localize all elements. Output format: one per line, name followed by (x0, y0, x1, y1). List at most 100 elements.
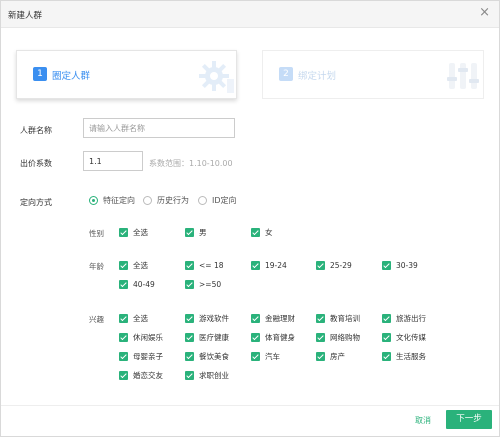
cancel-button[interactable]: 取消 (405, 412, 441, 429)
checkbox-age-over-50[interactable]: >=50 (185, 278, 221, 290)
check-icon (185, 351, 194, 361)
checkbox-gender-all[interactable]: 全选 (119, 226, 148, 238)
checkbox-label: 男 (199, 227, 207, 237)
checkbox-label: 全选 (133, 313, 148, 323)
checkbox-interest-fitness[interactable]: 体育健身 (251, 331, 295, 343)
checkbox-interest-media[interactable]: 文化传媒 (382, 331, 426, 343)
check-icon (119, 260, 128, 270)
check-icon (185, 279, 194, 289)
checkbox-label: 25-29 (330, 260, 352, 270)
bid-coefficient-label: 出价系数 (20, 159, 52, 168)
checkbox-label: 教育培训 (330, 313, 360, 323)
checkbox-age-under-18[interactable]: <= 18 (185, 259, 224, 271)
check-icon (316, 260, 325, 270)
checkbox-label: 母婴亲子 (133, 351, 163, 361)
radio-circle (143, 195, 152, 205)
checkbox-interest-education[interactable]: 教育培训 (316, 312, 360, 324)
next-step-button[interactable]: 下一步 (446, 410, 492, 429)
step-define-audience[interactable]: 1 圈定人群 (16, 50, 237, 99)
checkbox-label: 求职创业 (199, 370, 229, 380)
sliders-icon (447, 63, 479, 89)
checkbox-label: 生活服务 (396, 351, 426, 361)
checkbox-interest-health[interactable]: 医疗健康 (185, 331, 229, 343)
check-icon (382, 332, 391, 342)
checkbox-label: 全选 (133, 260, 148, 270)
checkbox-age-40-49[interactable]: 40-49 (119, 278, 155, 290)
check-icon (185, 260, 194, 270)
checkbox-gender-female[interactable]: 女 (251, 226, 273, 238)
checkbox-label: 餐饮美食 (199, 351, 229, 361)
checkbox-interest-jobs[interactable]: 求职创业 (185, 369, 229, 381)
check-icon (251, 332, 260, 342)
step-number-1: 1 (33, 67, 47, 81)
radio-id-targeting[interactable]: ID定向 (198, 194, 237, 206)
checkbox-interest-food[interactable]: 餐饮美食 (185, 350, 229, 362)
checkbox-label: 30-39 (396, 260, 418, 270)
radio-label: ID定向 (212, 195, 237, 205)
checkbox-label: 房产 (330, 351, 345, 361)
step-label-1: 圈定人群 (52, 71, 91, 82)
check-icon (119, 279, 128, 289)
checkbox-interest-realestate[interactable]: 房产 (316, 350, 345, 362)
checkbox-interest-all[interactable]: 全选 (119, 312, 148, 324)
step-bind-plan[interactable]: 2 绑定计划 (262, 50, 484, 99)
checkbox-label: 旅游出行 (396, 313, 426, 323)
checkbox-label: 休闲娱乐 (133, 332, 163, 342)
checkbox-interest-finance[interactable]: 金融理财 (251, 312, 295, 324)
check-icon (185, 332, 194, 342)
checkbox-label: 女 (265, 227, 273, 237)
check-icon (119, 351, 128, 361)
checkbox-label: <= 18 (199, 260, 224, 270)
radio-label: 历史行为 (157, 195, 189, 205)
checkbox-gender-male[interactable]: 男 (185, 226, 207, 238)
radio-feature-targeting[interactable]: 特征定向 (89, 194, 135, 206)
checkbox-age-19-24[interactable]: 19-24 (251, 259, 287, 271)
check-icon (382, 260, 391, 270)
gender-label: 性别 (89, 229, 104, 238)
checkbox-label: >=50 (199, 279, 222, 289)
checkbox-label: 金融理财 (265, 313, 295, 323)
close-icon[interactable]: × (479, 6, 490, 20)
bid-coefficient-input[interactable] (83, 151, 143, 171)
checkbox-age-30-39[interactable]: 30-39 (382, 259, 418, 271)
checkbox-label: 婚恋交友 (133, 370, 163, 380)
checkbox-interest-auto[interactable]: 汽车 (251, 350, 280, 362)
check-icon (185, 227, 194, 237)
checkbox-label: 19-24 (265, 260, 287, 270)
step-number-2: 2 (279, 67, 293, 81)
checkbox-interest-entertainment[interactable]: 休闲娱乐 (119, 331, 163, 343)
checkbox-age-25-29[interactable]: 25-29 (316, 259, 352, 271)
checkbox-label: 汽车 (265, 351, 280, 361)
gear-icon (199, 61, 234, 93)
check-icon (119, 332, 128, 342)
checkbox-interest-dating[interactable]: 婚恋交友 (119, 369, 163, 381)
check-icon (119, 227, 128, 237)
audience-name-input[interactable] (83, 118, 235, 138)
checkbox-label: 全选 (133, 227, 148, 237)
checkbox-label: 体育健身 (265, 332, 295, 342)
checkbox-age-all[interactable]: 全选 (119, 259, 148, 271)
checkbox-label: 40-49 (133, 279, 155, 289)
check-icon (316, 313, 325, 323)
checkbox-interest-games[interactable]: 游戏软件 (185, 312, 229, 324)
check-icon (382, 351, 391, 361)
bid-range-hint: 系数范围：1.10-10.00 (149, 159, 233, 168)
targeting-method-label: 定向方式 (20, 198, 52, 207)
check-icon (119, 370, 128, 380)
footer-divider (1, 405, 499, 406)
radio-history-behavior[interactable]: 历史行为 (143, 194, 189, 206)
check-icon (316, 351, 325, 361)
checkbox-interest-parenting[interactable]: 母婴亲子 (119, 350, 163, 362)
checkbox-interest-shopping[interactable]: 网络购物 (316, 331, 360, 343)
check-icon (316, 332, 325, 342)
checkbox-label: 医疗健康 (199, 332, 229, 342)
checkbox-interest-travel[interactable]: 旅游出行 (382, 312, 426, 324)
checkbox-interest-life-services[interactable]: 生活服务 (382, 350, 426, 362)
audience-name-label: 人群名称 (20, 126, 52, 135)
checkbox-label: 网络购物 (330, 332, 360, 342)
age-label: 年龄 (89, 262, 104, 271)
interest-label: 兴趣 (89, 315, 104, 324)
step-label-2: 绑定计划 (298, 71, 337, 82)
check-icon (119, 313, 128, 323)
check-icon (185, 313, 194, 323)
